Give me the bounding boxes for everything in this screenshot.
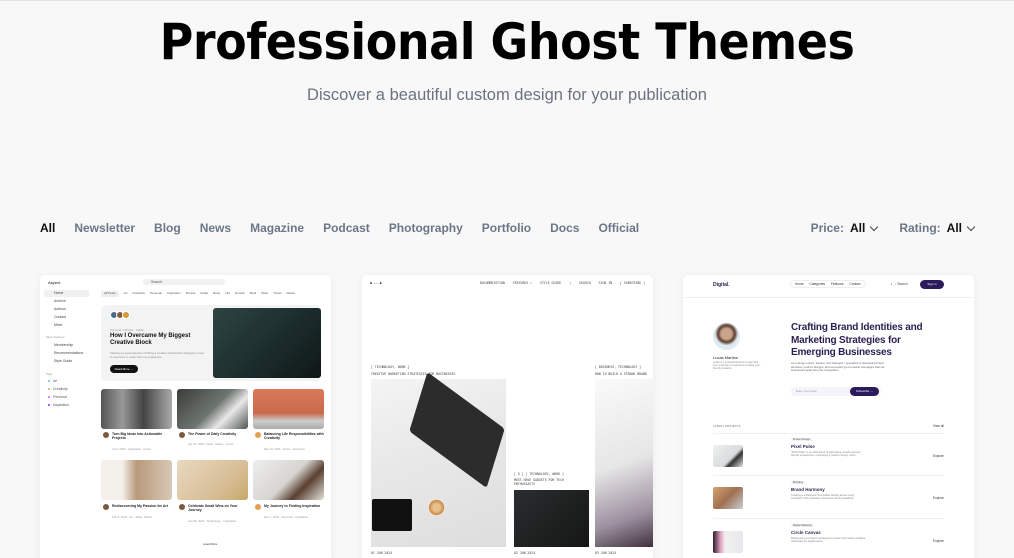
preview-author-name: Lucas Martins [713,355,738,360]
preview-project-image [713,531,743,553]
preview-post-image [253,460,324,500]
preview-tabs: All Posts Art Creativity Personal Inspir… [101,291,323,297]
preview-sidebar-heading: Tags [46,372,53,376]
preview-read-more: Read More → [110,365,138,373]
rating-dropdown[interactable]: Rating: All [899,221,976,235]
filter-blog[interactable]: Blog [154,221,181,235]
price-dropdown[interactable]: Price: All [810,221,879,235]
preview-post-title: CREATIVE MARKETING STRATEGIES FOR BUSINE… [371,372,456,376]
preview-subscribe: Subscribe → [850,387,879,396]
preview-sidebar-item: Recommendations [54,351,84,355]
preview-sidebar-item: Membership [54,343,74,347]
preview-sidebar-item: Home [44,290,89,297]
price-label: Price: [810,221,844,235]
preview-tag: Art [53,379,58,383]
filter-photography[interactable]: Photography [389,221,463,235]
rating-value: All [946,221,962,235]
filter-all[interactable]: All [40,221,55,235]
preview-post-image [101,460,172,500]
preview-author-avatars [110,311,130,319]
price-value: All [849,221,866,235]
filter-bar: All Newsletter Blog News Magazine Podcas… [40,221,976,235]
preview-sidebar-item: Authors [54,307,67,311]
filter-news[interactable]: News [200,221,231,235]
preview-headline: Crafting Brand Identities and Marketing … [791,322,923,358]
preview-post-title: MUST-HAVE GADGETS FOR TECH ENTHUSIASTS [514,478,564,486]
preview-post-image [595,379,653,547]
filter-newsletter[interactable]: Newsletter [74,221,135,235]
filter-official[interactable]: Official [598,221,639,235]
preview-featured-title: How I Overcame My Biggest Creative Block [110,333,191,346]
rating-label: Rating: [899,221,941,235]
theme-card[interactable]: ● —— ● DOCUMENTATION FEATURES ↓ STYLE GU… [362,275,653,558]
preview-project-image [713,445,743,467]
preview-signin: Sign in [920,280,944,289]
preview-sidebar-heading: More features [46,335,65,339]
preview-sidebar-item: Archive [54,299,66,303]
page-title: Professional Ghost Themes [159,13,855,71]
preview-load-more: Load More [203,542,218,546]
preview-post-title: HOW TO BUILD A STRONG BRAND [595,372,647,376]
theme-card[interactable]: Aspect Search Home Archive Authors Conta… [40,275,331,558]
preview-author-avatar [713,323,740,350]
filter-magazine[interactable]: Magazine [250,221,304,235]
preview-post-image [253,389,324,429]
preview-logo: Digital. [713,282,730,288]
preview-nav: ● —— ● DOCUMENTATION FEATURES ↓ STYLE GU… [370,281,645,285]
preview-sidebar-item: Mixer [54,323,63,327]
preview-tag: Personal [53,395,67,399]
preview-featured-image [213,308,321,378]
preview-search: Search [143,279,225,285]
preview-logo: Aspect [48,280,61,285]
chevron-down-icon [966,222,976,231]
page-subtitle: Discover a beautiful custom design for y… [307,86,707,104]
preview-tag: Creativity [53,387,68,391]
preview-sidebar-item: Contact [54,315,67,319]
theme-card[interactable]: Digital. Home Categories Features Contac… [683,275,974,558]
preview-post-image [177,389,248,429]
preview-nav: Home Categories Features Contact [790,280,866,288]
preview-post-image [101,389,172,429]
chevron-down-icon [870,222,879,231]
filter-docs[interactable]: Docs [550,221,579,235]
filter-podcast[interactable]: Podcast [323,221,370,235]
preview-sidebar-item: Style Guide [54,359,73,363]
preview-post-image [177,460,248,500]
preview-tag: Inspiration [53,403,70,407]
preview-post-image [514,490,589,547]
preview-project-image [713,487,743,509]
filter-portfolio[interactable]: Portfolio [482,221,531,235]
